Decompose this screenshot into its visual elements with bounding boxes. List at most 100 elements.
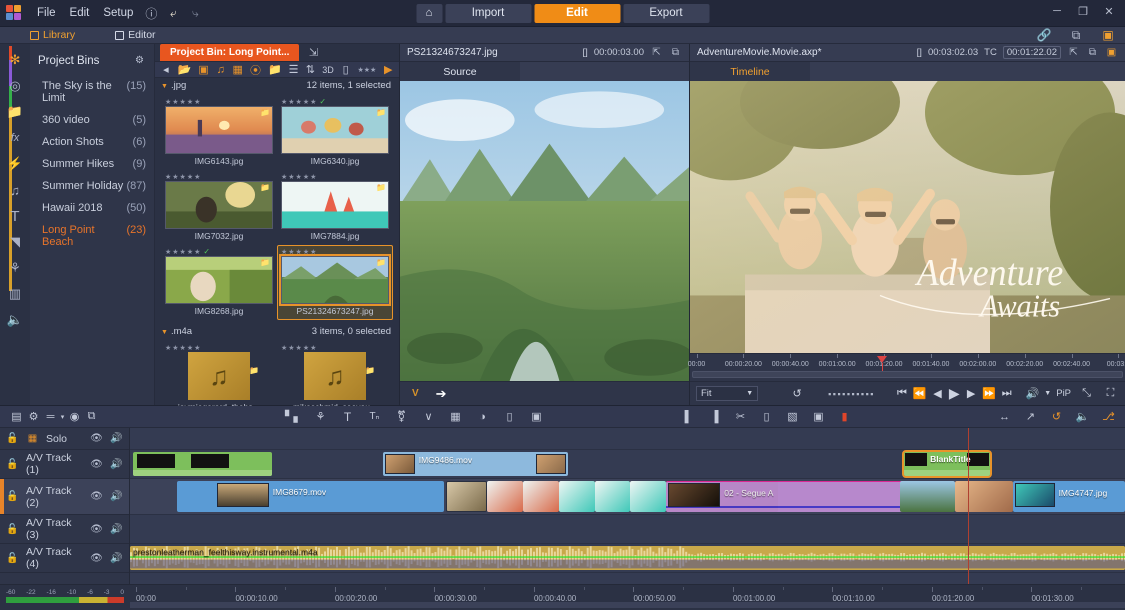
timeline-clip-img9486[interactable]: IMG9486.mov — [383, 452, 568, 476]
detach-icon[interactable]: ⇱ — [1067, 46, 1080, 59]
volume-button[interactable]: 🔊 — [1026, 385, 1040, 402]
magnet-icon[interactable]: ⎇ — [1100, 408, 1117, 425]
tab-source[interactable]: Source — [400, 62, 520, 81]
timeline-clip-img8679[interactable]: IMG8679.mov — [177, 481, 445, 512]
link-chain-icon[interactable]: 🔗 — [1035, 26, 1053, 44]
track-header-av4[interactable]: 🔓 A/V Track (4) 👁 🔊 — [0, 544, 129, 573]
pip-button[interactable]: PiP — [1056, 388, 1071, 399]
minimize-button[interactable]: ─ — [1045, 2, 1069, 20]
rating-stars[interactable]: ★★★★★ — [281, 172, 389, 181]
keyboard-icon[interactable]: ▦ — [26, 432, 39, 445]
close-button[interactable]: ✕ — [1097, 2, 1121, 20]
delete-icon[interactable]: ▧ — [784, 408, 801, 425]
globe-icon[interactable]: ◑ — [474, 408, 491, 425]
rail-effects-fx-icon[interactable]: fx — [4, 126, 26, 150]
mark-in-icon[interactable]: ▌ — [680, 408, 697, 425]
tab-export[interactable]: Export — [623, 4, 709, 23]
scrubber[interactable]: ▪▪▪▪▪▪▪▪▪▪ — [828, 389, 875, 399]
eye-icon[interactable]: 👁 — [90, 432, 103, 445]
tab-edit[interactable]: Edit — [534, 4, 620, 23]
three-d-icon[interactable]: 3D — [322, 62, 334, 77]
prev-frame-button[interactable]: ⏪ — [913, 385, 927, 402]
loop-range-icon[interactable]: ↺ — [1048, 408, 1065, 425]
speaker-icon[interactable]: 🔊 — [110, 490, 123, 503]
bin-settings-icon[interactable]: ⚙ — [133, 54, 146, 67]
source-mode-label[interactable]: V — [412, 388, 419, 399]
help-icon[interactable]: ⓘ — [142, 4, 160, 22]
track-header-av2[interactable]: 🔓 A/V Track (2) 👁 🔊 — [0, 479, 129, 515]
rail-titles-icon[interactable]: T — [4, 204, 26, 228]
media-cell[interactable]: ★★★★★ ✓ 📁 IMG8268.jpg — [161, 245, 277, 320]
lane-av2[interactable]: IMG8679.mov — [130, 479, 1125, 515]
rating-stars[interactable]: ★★★★★ ✓ — [281, 97, 389, 106]
clip-icon[interactable]: ▯ — [758, 408, 775, 425]
screenshot-icon[interactable]: ▣ — [528, 408, 545, 425]
sidebar-item-hawaii-2018[interactable]: Hawaii 2018 (50) — [30, 197, 154, 219]
subtitle-icon[interactable]: Tₙ — [366, 408, 383, 425]
rating-filter-icon[interactable]: ★★★ — [357, 62, 376, 77]
video-filter-icon[interactable]: ▣ — [198, 62, 208, 77]
rail-transitions-icon[interactable]: ⚡ — [4, 152, 26, 176]
voiceover-icon[interactable]: ⚧ — [393, 408, 410, 425]
rating-stars[interactable]: ★★★★★ ✓ — [165, 247, 273, 256]
record-red-icon[interactable]: ▮ — [836, 408, 853, 425]
bin-export-icon[interactable]: ⇲ — [305, 45, 321, 61]
copy-window-icon[interactable]: ⧉ — [1086, 46, 1099, 59]
sidebar-item-long-point-beach[interactable]: Long Point Beach (23) — [30, 219, 154, 253]
rail-project-bins-icon[interactable]: ✻ — [4, 48, 26, 72]
bin-tab[interactable]: Project Bin: Long Point... — [160, 44, 299, 61]
loop-button[interactable]: ↺ — [791, 385, 803, 402]
step-forward-button[interactable]: ▶ — [965, 385, 977, 402]
storyboard-icon[interactable]: ▦ — [447, 408, 464, 425]
scene-icon[interactable]: ▯ — [341, 62, 351, 77]
rating-stars[interactable]: ★★★★★ — [281, 247, 389, 256]
color-grading-icon[interactable]: ⚘ — [312, 408, 329, 425]
collapse-triangle-icon[interactable]: ▼ — [161, 329, 168, 336]
timeline-clip-title[interactable] — [133, 452, 272, 476]
link-icon[interactable]: ═ — [42, 408, 59, 425]
folder-view-icon[interactable]: 📁 — [268, 62, 282, 77]
track-header-av1[interactable]: 🔓 A/V Track (1) 👁 🔊 — [0, 450, 129, 479]
eye-icon[interactable]: 👁 — [90, 458, 103, 471]
rating-stars[interactable]: ★★★★★ — [281, 343, 389, 352]
lock-icon[interactable]: 🔓 — [6, 523, 19, 536]
timeline-clip-img4747[interactable]: IMG4747.jpg — [1013, 481, 1125, 512]
media-cell[interactable]: ★★★★★ ✓ 📁 IMG6340.jpg — [277, 95, 393, 170]
layout-icon[interactable]: ▣ — [1105, 46, 1118, 59]
track-header-av3[interactable]: 🔓 A/V Track (3) 👁 🔊 — [0, 515, 129, 544]
step-back-button[interactable]: ◀ — [932, 385, 944, 402]
eye-icon[interactable]: 👁 — [90, 552, 103, 565]
lane-solo[interactable] — [130, 428, 1125, 450]
timeline-settings-icon[interactable]: ▤ — [8, 408, 25, 425]
zoom-fit-select[interactable]: Fit ▼ — [696, 386, 758, 401]
jump-start-button[interactable]: ⏮ — [896, 385, 908, 402]
title-icon[interactable]: T — [339, 408, 356, 425]
pill-icon[interactable]: ▯ — [501, 408, 518, 425]
lock-icon[interactable]: 🔓 — [6, 552, 19, 565]
mark-out-icon[interactable]: ▐ — [706, 408, 723, 425]
link-caret-icon[interactable]: ▾ — [59, 408, 66, 425]
timeline-clip-seq-e[interactable] — [595, 481, 631, 512]
timeline-clip-segue-a[interactable]: 02 - Segue A — [666, 481, 905, 512]
timeline-clip-seq-b[interactable] — [487, 481, 523, 512]
sidebar-item-action-shots[interactable]: Action Shots (6) — [30, 131, 154, 153]
timeline-clip-blanktitle[interactable]: BlankTitle — [904, 452, 990, 476]
timeline-clip-seq-d[interactable] — [559, 481, 595, 512]
detach-icon[interactable]: ⇱ — [650, 46, 663, 59]
sidebar-item-360-video[interactable]: 360 video (5) — [30, 109, 154, 131]
expand-icon[interactable]: ▶ — [383, 62, 393, 77]
media-cell[interactable]: ★★★★★ 📁 IMG6143.jpg — [161, 95, 277, 170]
lane-av4[interactable]: prestonleatherman_feelthisway.instrument… — [130, 544, 1125, 573]
copy-window-icon[interactable]: ⧉ — [669, 46, 682, 59]
eye-icon[interactable]: 👁 — [90, 523, 103, 536]
rail-folder-icon[interactable]: 📁 — [4, 100, 26, 124]
tab-library[interactable]: Library — [22, 27, 83, 44]
audio-mixer-icon[interactable]: ▘▖ — [285, 408, 302, 425]
maximize-button[interactable]: ❐ — [1071, 2, 1095, 20]
rating-stars[interactable]: ★★★★★ — [165, 97, 273, 106]
tab-editor[interactable]: Editor — [107, 27, 163, 44]
rail-storyboard-icon[interactable]: ▥ — [4, 282, 26, 306]
volume-caret-icon[interactable]: ▼ — [1044, 390, 1051, 397]
sidebar-item-summer-hikes[interactable]: Summer Hikes (9) — [30, 153, 154, 175]
timeline-scrollbar[interactable] — [130, 602, 1125, 608]
